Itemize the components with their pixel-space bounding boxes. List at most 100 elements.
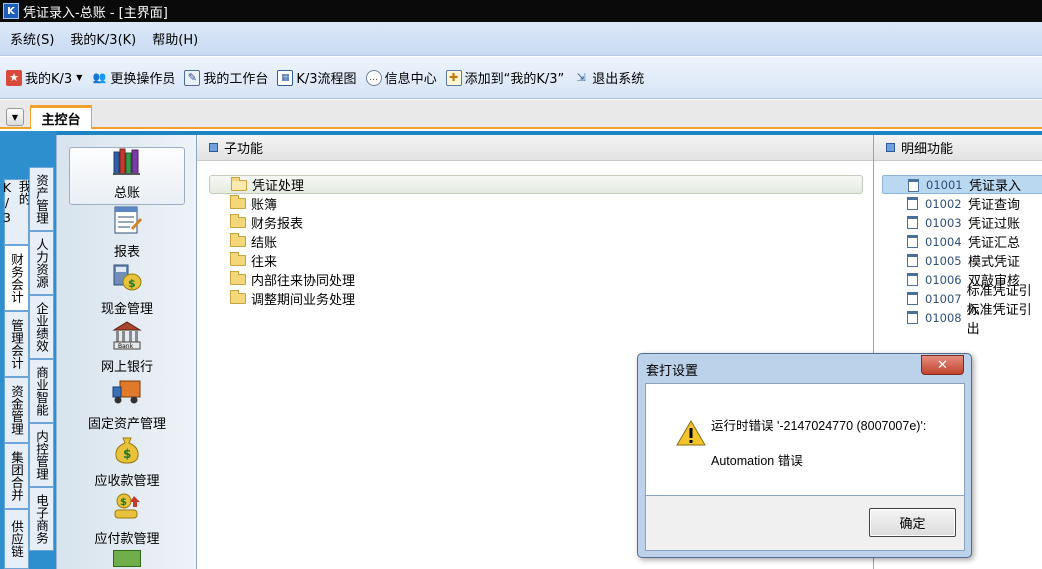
module-cash-management[interactable]: $ 现金管理 xyxy=(69,262,185,320)
module-general-ledger[interactable]: 总账 xyxy=(69,147,185,205)
module-payables[interactable]: $ 应付款管理 xyxy=(69,492,185,550)
detail-item[interactable]: 01005 模式凭证 xyxy=(874,251,1042,270)
document-icon xyxy=(907,273,918,286)
detail-header: 明细功能 xyxy=(874,135,1042,161)
dialog-title: 套打设置 xyxy=(646,364,699,379)
info-center-label: 信息中心 xyxy=(384,72,437,87)
svg-text:$: $ xyxy=(123,447,131,461)
desk-icon: ✎ xyxy=(184,69,201,86)
side-tab-ecommerce[interactable]: 电子商务 xyxy=(29,487,54,551)
my-k3-button[interactable]: ★ 我的K/3 ▼ xyxy=(6,68,82,87)
side-tab-management-accounting[interactable]: 管理会计 xyxy=(4,311,29,377)
message-icon: … xyxy=(365,69,382,86)
side-tab-assets[interactable]: 资产管理 xyxy=(29,167,54,231)
error-message: 运行时错误 '-2147024770 (8007007e)': xyxy=(711,419,927,433)
tab-bar: ▼ 主控台 xyxy=(0,100,1042,129)
side-tab-funds[interactable]: 资金管理 xyxy=(4,377,29,443)
close-icon: ✕ xyxy=(937,357,948,373)
dialog-footer: 确定 xyxy=(645,496,965,551)
subfunction-list: 凭证处理 账簿 财务报表 结账 往来 内部往来协同处理 调整期间业务处理 xyxy=(197,161,873,308)
cash-icon: $ xyxy=(112,262,142,292)
svg-text:$: $ xyxy=(128,277,136,290)
my-workbench-button[interactable]: ✎ 我的工作台 xyxy=(184,68,268,87)
report-icon xyxy=(112,205,143,235)
folder-icon xyxy=(230,271,246,285)
chevron-down-icon[interactable]: ▼ xyxy=(76,73,82,82)
menu-help[interactable]: 帮助(H) xyxy=(152,29,198,48)
module-fixed-assets[interactable]: 固定资产管理 xyxy=(69,377,185,435)
close-button[interactable]: ✕ xyxy=(921,355,964,375)
side-tab-group-consolidation[interactable]: 集团合并 xyxy=(4,443,29,509)
detail-item[interactable]: 01001 凭证录入 xyxy=(882,175,1042,194)
side-tab-hr[interactable]: 人力资源 xyxy=(29,231,54,295)
side-tab-finance[interactable]: 财务会计 xyxy=(4,245,29,311)
users-icon: 👥 xyxy=(92,71,107,84)
folder-icon xyxy=(230,214,246,228)
money-icon xyxy=(113,550,141,567)
change-operator-button[interactable]: 👥 更换操作员 xyxy=(91,68,175,87)
side-tab-supply-chain[interactable]: 供应链 xyxy=(4,509,29,569)
module-receivables[interactable]: $ 应收款管理 xyxy=(69,434,185,492)
document-icon xyxy=(907,235,918,248)
detail-item[interactable]: 01004 凭证汇总 xyxy=(874,232,1042,251)
module-label: 应付款管理 xyxy=(94,532,160,547)
star-icon: ★ xyxy=(6,69,22,86)
module-label: 报表 xyxy=(113,245,140,260)
warning-icon xyxy=(676,420,706,446)
module-label: 固定资产管理 xyxy=(87,417,166,432)
add-to-my-k3-button[interactable]: ✚ 添加到“我的K/3” xyxy=(445,68,564,87)
document-icon xyxy=(907,216,918,229)
subfunction-item[interactable]: 结账 xyxy=(209,232,873,251)
ok-button[interactable]: 确定 xyxy=(869,508,956,537)
side-tab-performance[interactable]: 企业绩效 xyxy=(29,295,54,359)
svg-text:Bank: Bank xyxy=(118,343,134,350)
subfunction-item[interactable]: 往来 xyxy=(209,251,873,270)
moneybag-icon: $ xyxy=(112,434,142,464)
payment-icon: $ xyxy=(112,492,142,522)
side-tab-my-k3[interactable]: 我的K/3 xyxy=(0,179,32,245)
side-tab-bi[interactable]: 商业智能 xyxy=(29,359,54,423)
subfunction-header: 子功能 xyxy=(197,135,873,161)
tab-list-dropdown[interactable]: ▼ xyxy=(6,108,24,126)
subfunction-item[interactable]: 凭证处理 xyxy=(209,175,863,194)
detail-list: 01001 凭证录入 01002 凭证查询 01003 凭证过账 01004 凭证汇总 … xyxy=(874,161,1042,337)
menu-system[interactable]: 系统(S) xyxy=(10,29,54,48)
module-reports[interactable]: 报表 xyxy=(69,205,185,263)
my-workbench-label: 我的工作台 xyxy=(203,72,269,87)
folder-icon xyxy=(230,290,246,304)
my-k3-label: 我的K/3 xyxy=(25,72,73,87)
add-icon: ✚ xyxy=(445,69,462,86)
error-dialog: 套打设置 ✕ 运行时错误 '-2147024770 (8007007e)': A… xyxy=(637,353,972,558)
chevron-down-icon: ▼ xyxy=(11,112,19,122)
module-label: 应收款管理 xyxy=(94,474,160,489)
subfunction-item[interactable]: 财务报表 xyxy=(209,213,873,232)
subfunction-item[interactable]: 内部往来协同处理 xyxy=(209,270,873,289)
exit-system-button[interactable]: ⇲ 退出系统 xyxy=(573,68,645,87)
subfunction-item[interactable]: 调整期间业务处理 xyxy=(209,289,873,308)
window-title: 凭证录入-总账 - [主界面] xyxy=(23,5,168,21)
subfunction-item[interactable]: 账簿 xyxy=(209,194,873,213)
folder-icon xyxy=(230,252,246,266)
bank-icon: Bank xyxy=(112,320,142,350)
side-tab-internal-control[interactable]: 内控管理 xyxy=(29,423,54,487)
app-logo-icon: K xyxy=(3,3,19,19)
tab-main-console[interactable]: 主控台 xyxy=(30,105,92,129)
panel-bullet-icon xyxy=(886,143,895,152)
error-detail: Automation 错误 xyxy=(711,454,803,468)
k3-flowchart-button[interactable]: ▦ K/3流程图 xyxy=(277,68,357,87)
folder-open-icon xyxy=(231,177,247,191)
title-bar: K 凭证录入-总账 - [主界面] xyxy=(0,0,1042,22)
truck-icon xyxy=(112,377,142,407)
detail-item[interactable]: 01003 凭证过账 xyxy=(874,213,1042,232)
folder-icon xyxy=(230,233,246,247)
menu-bar: 系统(S) 我的K/3(K) 帮助(H) xyxy=(0,22,1042,56)
exit-icon: ⇲ xyxy=(576,71,586,84)
module-online-banking[interactable]: Bank 网上银行 xyxy=(69,320,185,378)
info-center-button[interactable]: … 信息中心 xyxy=(365,68,437,87)
side-tabs: 我的K/3 财务会计 管理会计 资金管理 集团合并 供应链 资产管理 人力资源 … xyxy=(0,131,56,569)
detail-item[interactable]: 01002 凭证查询 xyxy=(874,194,1042,213)
folder-icon xyxy=(230,195,246,209)
panel-bullet-icon xyxy=(209,143,218,152)
menu-my-k3[interactable]: 我的K/3(K) xyxy=(70,29,136,48)
detail-item[interactable]: 01008 标准凭证引出 xyxy=(874,303,1042,337)
